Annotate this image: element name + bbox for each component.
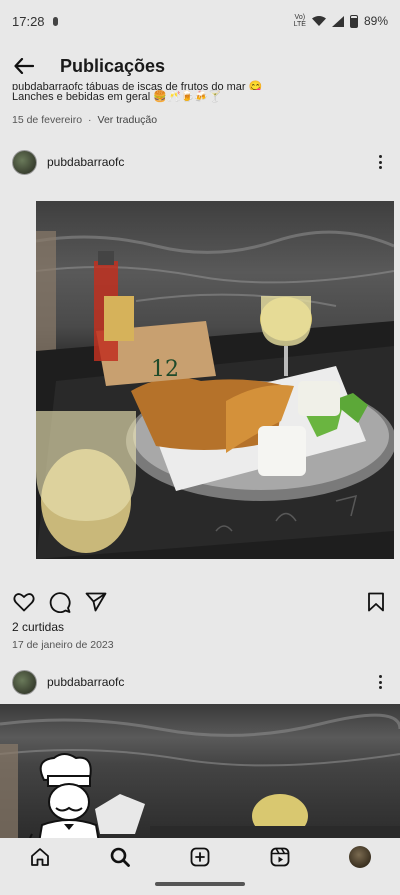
post-header: pubdabarraofc	[0, 146, 400, 178]
post-date: 17 de janeiro de 2023	[12, 639, 114, 651]
heart-icon[interactable]	[12, 590, 36, 614]
post-photo[interactable]: 12	[36, 201, 394, 559]
more-vertical-icon[interactable]	[372, 152, 388, 172]
previous-post-caption: pubdabarraofc tábuas de iscas de frutos …	[12, 80, 388, 105]
home-indicator	[155, 882, 245, 886]
reels-icon[interactable]	[240, 846, 320, 868]
volte-icon: Vo) LTE	[293, 14, 306, 28]
bottom-navigation	[0, 838, 400, 895]
previous-post-date: 15 de fevereiro	[12, 114, 83, 126]
food-photo-illustration: 12	[36, 230, 394, 559]
caption-line-1: pubdabarraofc tábuas de iscas de frutos …	[12, 81, 263, 90]
home-icon[interactable]	[0, 846, 80, 868]
likes-count[interactable]: 2 curtidas	[12, 620, 64, 634]
signal-icon	[331, 15, 344, 27]
battery-level: 89%	[363, 14, 388, 28]
status-time: 17:28	[12, 13, 45, 29]
comment-icon[interactable]	[48, 590, 72, 614]
search-icon[interactable]	[80, 846, 160, 868]
bookmark-icon[interactable]	[364, 590, 388, 614]
next-post-username[interactable]: pubdabarraofc	[47, 675, 124, 689]
send-icon[interactable]	[84, 590, 108, 614]
profile-tab[interactable]	[320, 846, 400, 868]
post-actions	[0, 588, 400, 616]
previous-post-meta: 15 de fevereiro · Ver tradução	[12, 114, 157, 126]
avatar[interactable]	[12, 669, 37, 695]
status-bar: 17:28 Vo) LTE 89%	[0, 0, 400, 42]
wifi-icon	[311, 16, 326, 26]
more-vertical-icon[interactable]	[372, 672, 388, 692]
microphone-icon	[52, 16, 58, 26]
avatar[interactable]	[12, 149, 37, 175]
plus-square-icon[interactable]	[160, 846, 240, 868]
meta-separator: ·	[88, 114, 92, 126]
caption-line-2: Lanches e bebidas em geral 🍔🥂🍺🍻🍸	[12, 91, 222, 103]
status-icons: Vo) LTE 89%	[294, 14, 388, 28]
see-translation-link[interactable]: Ver tradução	[98, 114, 158, 126]
page-title: Publicações	[60, 55, 166, 76]
battery-icon	[349, 14, 358, 28]
avatar	[349, 846, 371, 868]
next-post-header: pubdabarraofc	[0, 666, 400, 698]
post-username[interactable]: pubdabarraofc	[47, 155, 124, 169]
photo-number-label: 12	[151, 357, 179, 382]
arrow-left-icon[interactable]	[12, 54, 36, 78]
